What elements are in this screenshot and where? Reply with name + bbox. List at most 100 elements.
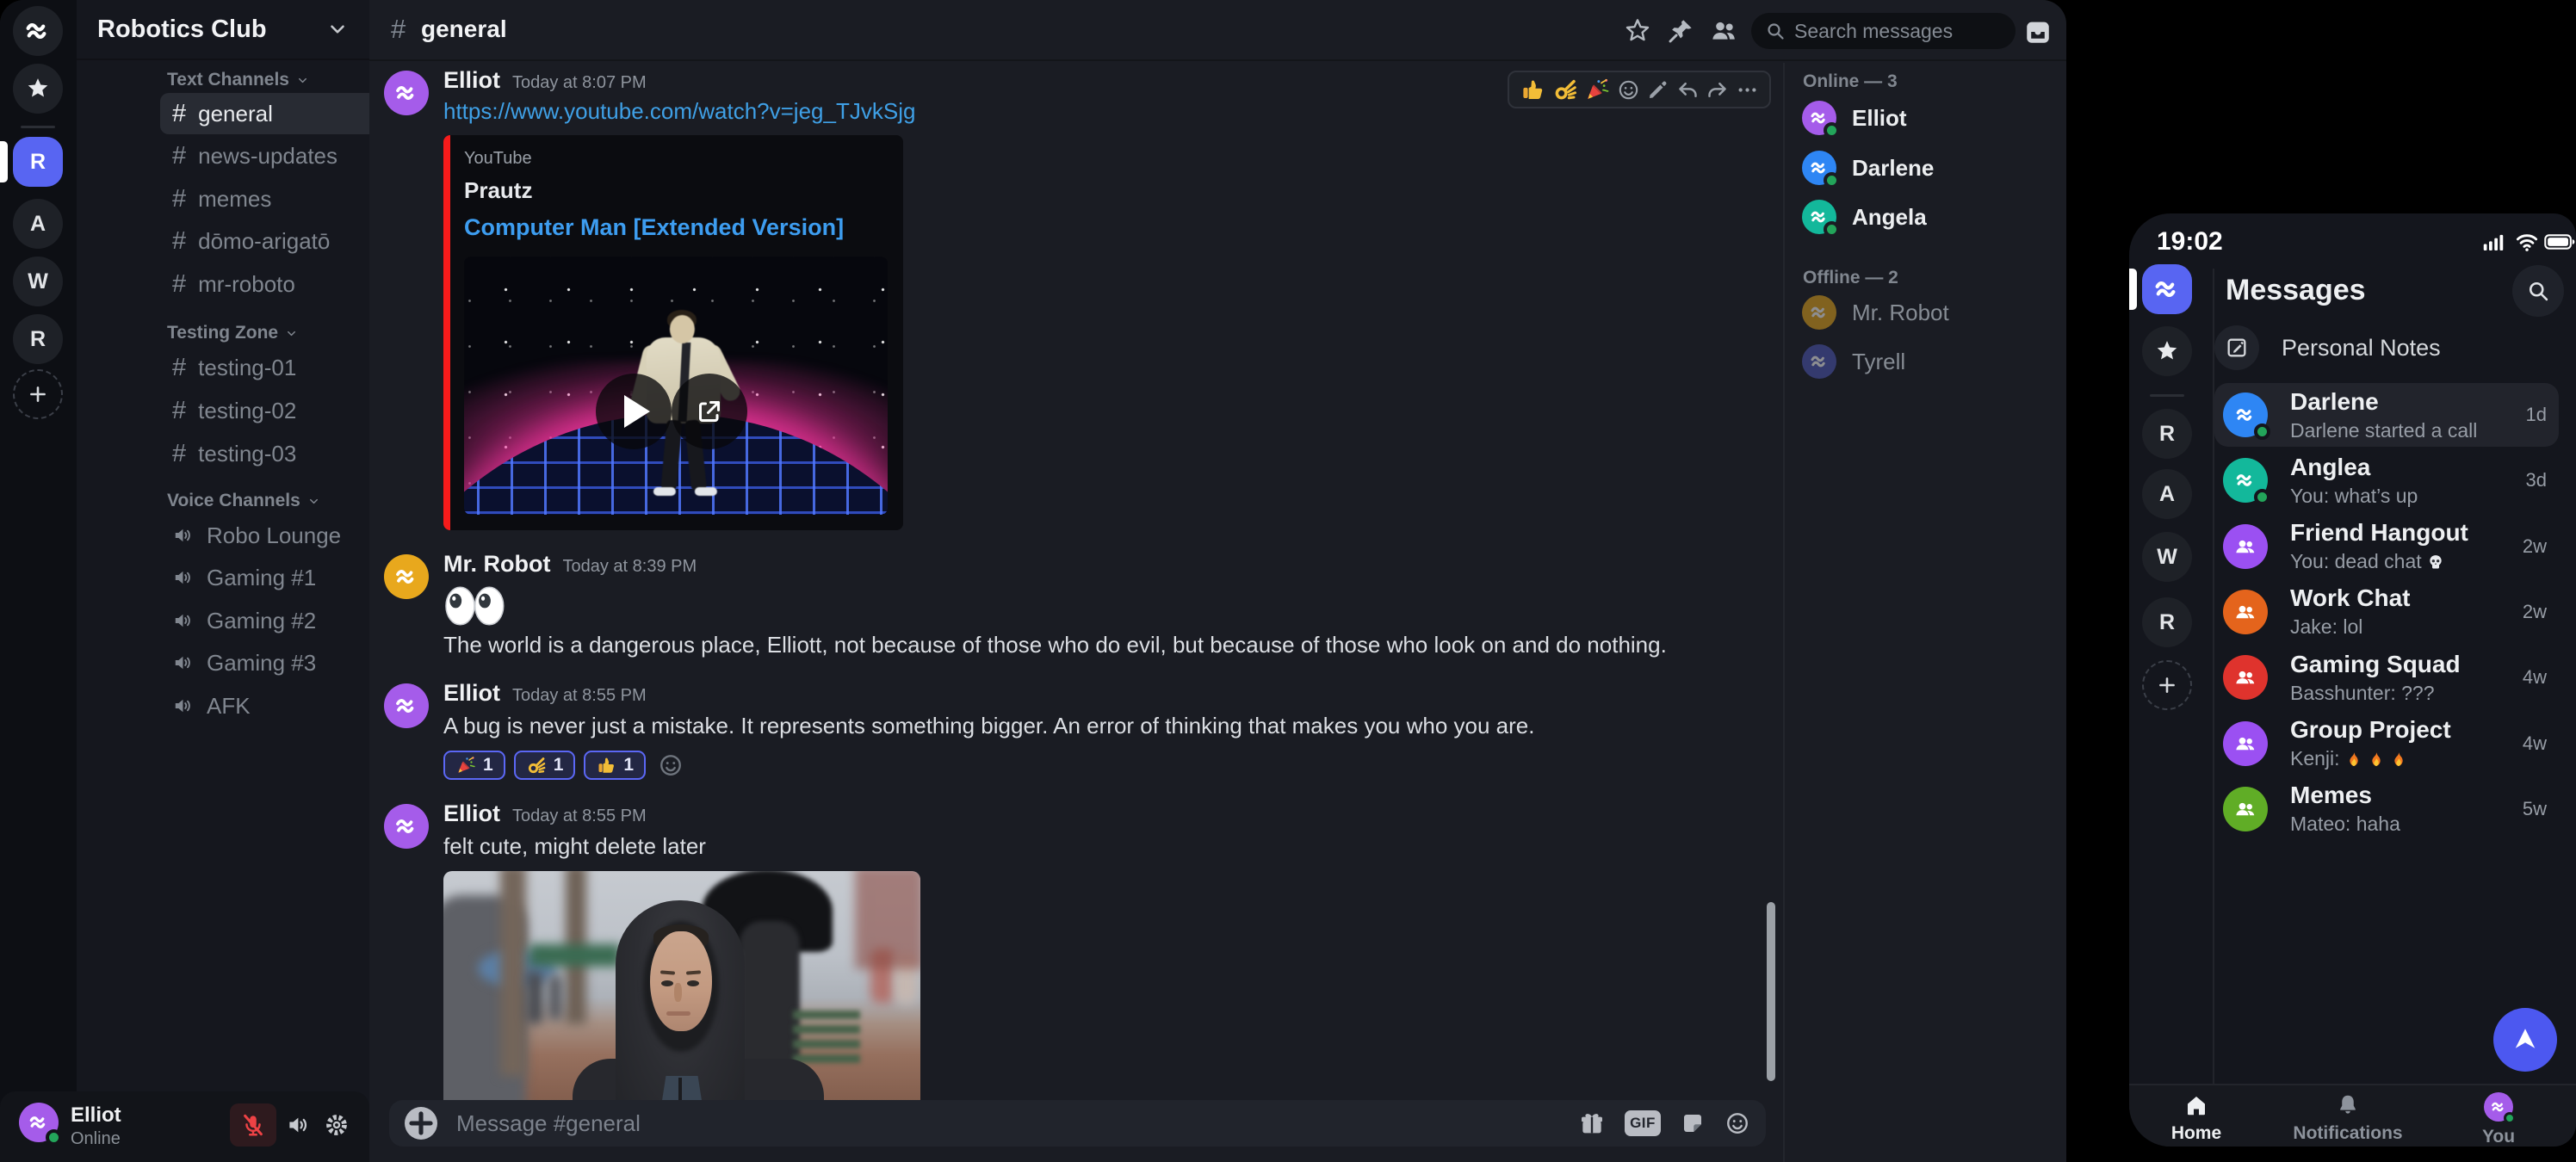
- settings-gear-button[interactable]: [313, 1103, 360, 1147]
- group-icon: [2232, 534, 2258, 559]
- user-status: Online: [71, 1129, 121, 1149]
- server-icon-r[interactable]: R: [2142, 597, 2192, 647]
- server-name: Robotics Club: [97, 15, 326, 44]
- star-icon[interactable]: [13, 64, 63, 114]
- avatar[interactable]: [384, 804, 429, 849]
- nav-item-home[interactable]: Home: [2145, 1092, 2248, 1144]
- conversation-row-work-chat[interactable]: Work ChatJake: lol2w: [2214, 580, 2559, 644]
- message-input-bar: Message #general GIF: [389, 1100, 1766, 1147]
- pin-icon[interactable]: [1667, 17, 1694, 45]
- hash-icon: #: [172, 142, 186, 170]
- add-reaction-button[interactable]: [1617, 78, 1640, 102]
- nav-label: Notifications: [2293, 1123, 2402, 1144]
- new-message-fab[interactable]: [2493, 1008, 2557, 1072]
- nav-item-notifications[interactable]: Notifications: [2296, 1092, 2400, 1144]
- search-button[interactable]: [2512, 265, 2564, 317]
- message-text: A bug is never just a mistake. It repres…: [443, 711, 1758, 740]
- channel-label: dōmo-arigatō: [198, 228, 330, 255]
- forward-button[interactable]: [1706, 78, 1729, 102]
- fire-emoji: [2345, 751, 2362, 768]
- embed-title[interactable]: Computer Man [Extended Version]: [464, 214, 888, 241]
- gear-icon: [324, 1112, 350, 1138]
- member-row-mrrobot[interactable]: Mr. Robot: [1793, 290, 2059, 335]
- message-input[interactable]: Message #general: [456, 1110, 1559, 1137]
- server-icon-w[interactable]: W: [2142, 532, 2192, 582]
- plus-icon[interactable]: [13, 369, 63, 419]
- edit-button[interactable]: [1646, 78, 1669, 102]
- personal-notes-row[interactable]: Personal Notes: [2214, 322, 2564, 374]
- star-icon[interactable]: [1624, 17, 1651, 45]
- play-button[interactable]: [596, 374, 672, 449]
- server-header[interactable]: Robotics Club: [77, 0, 369, 60]
- embed-author: Prautz: [464, 177, 888, 204]
- server-icon-r[interactable]: R: [2142, 409, 2192, 459]
- avatar[interactable]: [19, 1103, 59, 1142]
- conversation-row-group-project[interactable]: Group ProjectKenji:4w: [2214, 712, 2559, 776]
- section-header-testing-zone[interactable]: Testing Zone: [167, 322, 298, 344]
- avatar: [1802, 344, 1836, 379]
- reaction-party-popper[interactable]: 1: [443, 751, 505, 780]
- member-row-elliot[interactable]: Elliot: [1793, 96, 2059, 140]
- attach-plus-button[interactable]: [405, 1107, 437, 1140]
- hash-icon: #: [172, 185, 186, 213]
- app-logo-icon[interactable]: [13, 6, 63, 56]
- star-icon[interactable]: [2142, 326, 2192, 376]
- more-button[interactable]: [1736, 78, 1759, 102]
- message-timestamp: Today at 8:39 PM: [562, 557, 697, 577]
- gif-picker-button[interactable]: GIF: [1625, 1110, 1661, 1136]
- reply-button[interactable]: [1676, 78, 1700, 102]
- video-thumbnail[interactable]: [464, 257, 888, 515]
- message-author[interactable]: Elliot: [443, 680, 500, 707]
- member-row-angela[interactable]: Angela: [1793, 195, 2059, 239]
- nav-item-you[interactable]: You: [2447, 1092, 2550, 1147]
- server-icon-r[interactable]: R: [13, 137, 63, 187]
- server-icon-r[interactable]: R: [13, 314, 63, 364]
- section-header-voice-channels[interactable]: Voice Channels: [167, 490, 320, 512]
- conversation-row-anglea[interactable]: AngleaYou: what’s up3d: [2214, 448, 2559, 512]
- conversation-row-darlene[interactable]: DarleneDarlene started a call1d: [2214, 383, 2559, 447]
- channel-sidebar: Text Channels#general#news-updates#memes…: [77, 0, 369, 1162]
- avatar[interactable]: [384, 683, 429, 728]
- gift-icon[interactable]: [1578, 1109, 1606, 1137]
- member-row-darlene[interactable]: Darlene: [1793, 145, 2059, 190]
- reaction-ok-hand[interactable]: 1: [514, 751, 576, 780]
- mic-muted-button[interactable]: [230, 1103, 276, 1147]
- message-text: felt cute, might delete later: [443, 831, 1758, 861]
- open-external-button[interactable]: [672, 374, 747, 449]
- conversation-row-memes[interactable]: MemesMateo: haha5w: [2214, 777, 2559, 841]
- avatar[interactable]: [384, 71, 429, 115]
- conversation-row-friend-hangout[interactable]: Friend HangoutYou: dead chat2w: [2214, 515, 2559, 578]
- reaction-thumbs-up[interactable]: 1: [584, 751, 646, 780]
- ok-hand-reaction-button[interactable]: [1552, 77, 1578, 102]
- selected-indicator: [0, 141, 8, 182]
- sticker-icon[interactable]: [1680, 1110, 1706, 1136]
- message-author[interactable]: Mr. Robot: [443, 551, 550, 578]
- section-header-text-channels[interactable]: Text Channels: [167, 69, 309, 91]
- conversation-time: 4w: [2523, 666, 2547, 689]
- member-row-tyrell[interactable]: Tyrell: [1793, 339, 2059, 384]
- avatar: [2223, 787, 2268, 831]
- hash-icon: #: [172, 440, 186, 468]
- member-list-toggle-icon[interactable]: [1710, 17, 1737, 45]
- emoji-picker-icon[interactable]: [1725, 1110, 1750, 1136]
- message-author[interactable]: Elliot: [443, 800, 500, 827]
- attachment-image[interactable]: [443, 871, 920, 1134]
- conversation-row-gaming-squad[interactable]: Gaming SquadBasshunter: ???4w: [2214, 646, 2559, 709]
- message-author[interactable]: Elliot: [443, 67, 500, 94]
- preview-text: You: what’s up: [2290, 485, 2418, 508]
- plus-icon[interactable]: [2142, 660, 2192, 710]
- avatar[interactable]: [384, 554, 429, 599]
- party-popper-reaction-button[interactable]: [1584, 77, 1610, 102]
- channel-label: AFK: [207, 693, 251, 720]
- search-input[interactable]: Search messages: [1751, 13, 2016, 49]
- app-logo-icon[interactable]: [2142, 264, 2192, 314]
- section-label: Text Channels: [167, 70, 289, 90]
- server-icon-a[interactable]: A: [2142, 469, 2192, 519]
- avatar: [2223, 655, 2268, 700]
- server-icon-a[interactable]: A: [13, 199, 63, 249]
- thumbs-up-reaction-button[interactable]: [1520, 77, 1545, 102]
- inbox-icon[interactable]: [2023, 17, 2053, 46]
- add-reaction-button[interactable]: [658, 752, 684, 778]
- server-icon-w[interactable]: W: [13, 257, 63, 306]
- chat-scrollbar[interactable]: [1767, 902, 1775, 1081]
